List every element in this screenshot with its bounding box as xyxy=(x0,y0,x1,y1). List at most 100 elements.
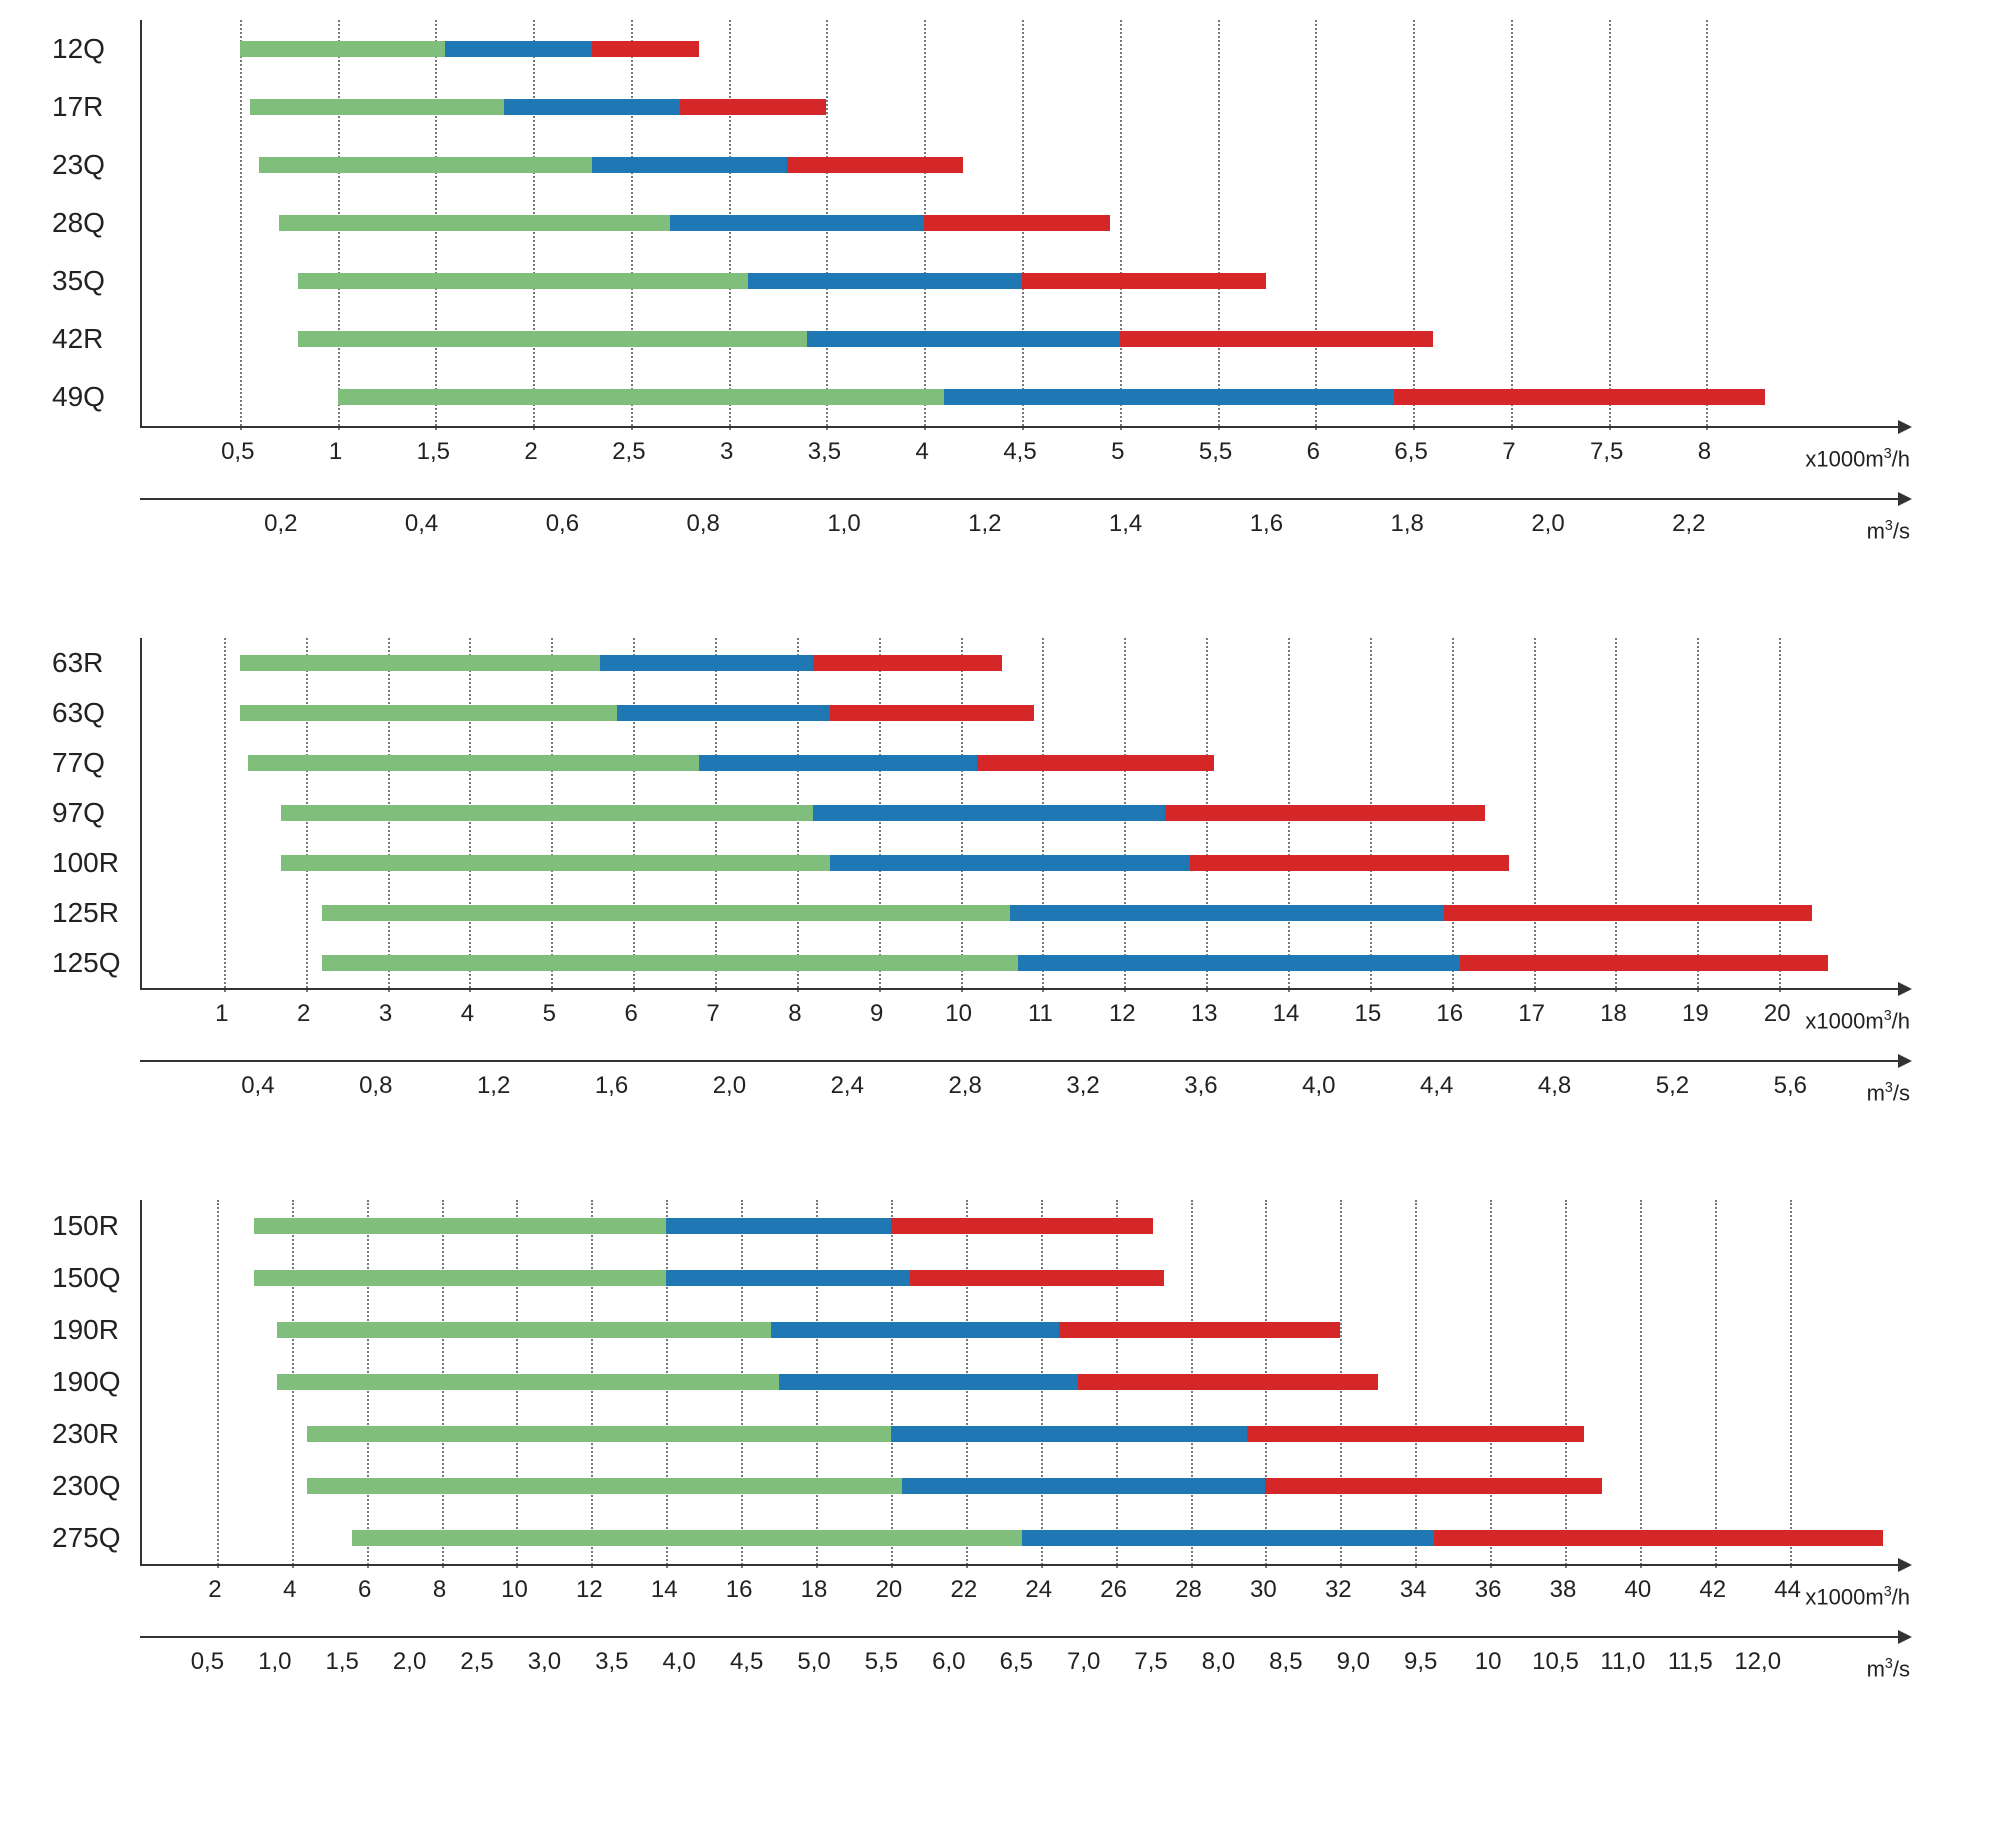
x-axis-primary: 0,511,522,533,544,555,566,577,58x1000m3/… xyxy=(140,426,1900,486)
axis-tick: 4 xyxy=(916,438,929,466)
axis-tick: 1,2 xyxy=(477,1072,510,1100)
axis-tick: 34 xyxy=(1400,1576,1427,1604)
row-label: 190Q xyxy=(42,1366,132,1398)
axis-tick: 2,0 xyxy=(1531,510,1564,538)
bar-segment-blue xyxy=(902,1478,1265,1494)
bar-row: 190R xyxy=(142,1304,1900,1356)
bar-segment-green xyxy=(259,157,591,173)
bar-segment-green xyxy=(240,41,445,57)
axis-tick: 8,5 xyxy=(1269,1648,1302,1676)
bar-segment-red xyxy=(1434,1530,1883,1546)
row-label: 190R xyxy=(42,1314,132,1346)
bar-segment-blue xyxy=(830,855,1190,871)
axis-tick: 6 xyxy=(624,1000,637,1028)
arrow-right-icon xyxy=(1898,1630,1912,1644)
axis-tick: 5,0 xyxy=(797,1648,830,1676)
axis-tick: 6,5 xyxy=(1394,438,1427,466)
axis-unit-secondary: m3/s xyxy=(1867,518,1910,544)
bar-row: 150R xyxy=(142,1200,1900,1252)
axis-tick: 4,0 xyxy=(663,1648,696,1676)
bar-segment-red xyxy=(680,99,827,115)
axis-tick: 6 xyxy=(358,1576,371,1604)
axis-tick: 3,5 xyxy=(595,1648,628,1676)
axis-tick: 2,4 xyxy=(831,1072,864,1100)
axis-tick: 9,0 xyxy=(1337,1648,1370,1676)
bar-row: 12Q xyxy=(142,20,1900,78)
axis-tick: 10 xyxy=(501,1576,528,1604)
bar-segment-blue xyxy=(445,41,592,57)
chart-panel-1: 63R63Q77Q97Q100R125R125Q1234567891011121… xyxy=(40,638,1960,1120)
bar-row: 97Q xyxy=(142,788,1900,838)
axis-tick: 11 xyxy=(1028,1000,1053,1028)
bar-row: 230Q xyxy=(142,1460,1900,1512)
bar-row: 150Q xyxy=(142,1252,1900,1304)
bar-segment-green xyxy=(281,805,813,821)
bar-segment-red xyxy=(924,215,1110,231)
axis-tick: 3 xyxy=(379,1000,392,1028)
row-label: 28Q xyxy=(42,207,132,239)
x-axis-secondary: 0,40,81,21,62,02,42,83,23,64,04,44,85,25… xyxy=(140,1060,1900,1120)
axis-tick: 12,0 xyxy=(1734,1648,1781,1676)
axis-tick: 6,5 xyxy=(1000,1648,1033,1676)
axis-tick: 12 xyxy=(1109,1000,1136,1028)
bar-segment-blue xyxy=(666,1270,909,1286)
axis-tick: 20 xyxy=(1764,1000,1791,1028)
axis-tick: 8 xyxy=(1698,438,1711,466)
axis-tick: 2,0 xyxy=(713,1072,746,1100)
bar-row: 35Q xyxy=(142,252,1900,310)
axis-tick: 16 xyxy=(726,1576,753,1604)
axis-tick: 6 xyxy=(1307,438,1320,466)
bar-row: 42R xyxy=(142,310,1900,368)
plot-area: 63R63Q77Q97Q100R125R125Q xyxy=(140,638,1900,988)
axis-tick: 1 xyxy=(329,438,342,466)
axis-tick: 18 xyxy=(801,1576,828,1604)
bar-segment-blue xyxy=(1018,955,1460,971)
row-label: 42R xyxy=(42,323,132,355)
bar-segment-red xyxy=(910,1270,1165,1286)
arrow-right-icon xyxy=(1898,1054,1912,1068)
bar-row: 125R xyxy=(142,888,1900,938)
row-label: 230Q xyxy=(42,1470,132,1502)
axis-tick: 36 xyxy=(1475,1576,1502,1604)
bar-segment-blue xyxy=(666,1218,891,1234)
axis-tick: 2,5 xyxy=(612,438,645,466)
bar-segment-green xyxy=(307,1426,891,1442)
bar-segment-red xyxy=(1022,273,1266,289)
axis-tick: 1,4 xyxy=(1109,510,1142,538)
bar-row: 77Q xyxy=(142,738,1900,788)
axis-tick: 1,8 xyxy=(1391,510,1424,538)
axis-tick: 1,5 xyxy=(326,1648,359,1676)
row-label: 97Q xyxy=(42,797,132,829)
axis-tick: 14 xyxy=(1273,1000,1300,1028)
axis-tick: 5,6 xyxy=(1774,1072,1807,1100)
axis-tick: 2 xyxy=(524,438,537,466)
axis-tick: 8,0 xyxy=(1202,1648,1235,1676)
arrow-right-icon xyxy=(1898,420,1912,434)
bar-segment-green xyxy=(240,655,600,671)
bar-row: 23Q xyxy=(142,136,1900,194)
row-label: 23Q xyxy=(42,149,132,181)
bar-row: 190Q xyxy=(142,1356,1900,1408)
bar-segment-blue xyxy=(771,1322,1059,1338)
bar-segment-red xyxy=(1444,905,1812,921)
axis-tick: 9,5 xyxy=(1404,1648,1437,1676)
axis-tick: 42 xyxy=(1699,1576,1726,1604)
axis-tick: 3,6 xyxy=(1184,1072,1217,1100)
bar-segment-green xyxy=(298,331,806,347)
axis-tick: 2,5 xyxy=(460,1648,493,1676)
axis-tick: 26 xyxy=(1100,1576,1127,1604)
axis-tick: 7,5 xyxy=(1590,438,1623,466)
axis-tick: 17 xyxy=(1518,1000,1545,1028)
axis-tick: 4,5 xyxy=(1003,438,1036,466)
bar-segment-blue xyxy=(813,805,1165,821)
row-label: 125R xyxy=(42,897,132,929)
bar-segment-red xyxy=(1165,805,1484,821)
row-label: 49Q xyxy=(42,381,132,413)
bar-segment-green xyxy=(322,905,1010,921)
axis-tick: 14 xyxy=(651,1576,678,1604)
axis-tick: 9 xyxy=(870,1000,883,1028)
bar-segment-green xyxy=(277,1374,779,1390)
axis-tick: 20 xyxy=(876,1576,903,1604)
row-label: 275Q xyxy=(42,1522,132,1554)
axis-tick: 10,5 xyxy=(1532,1648,1579,1676)
